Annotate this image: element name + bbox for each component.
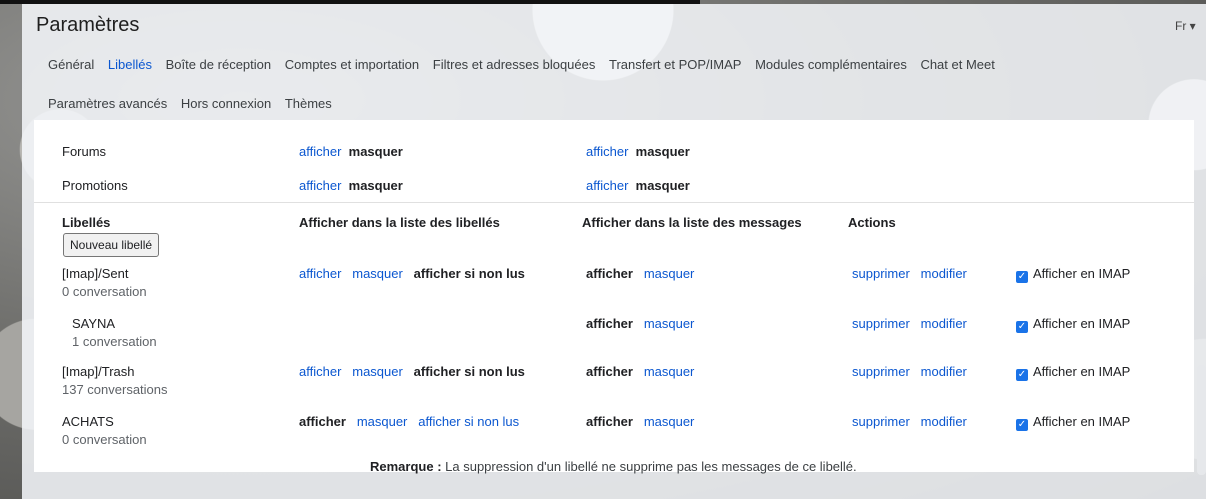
label-count: 137 conversations xyxy=(62,382,168,397)
imap-label: Afficher en IMAP xyxy=(1033,364,1131,379)
label-actions: supprimer modifier xyxy=(852,414,967,429)
hide-in-messages-selected[interactable]: masquer xyxy=(636,178,690,193)
label-name[interactable]: SAYNA xyxy=(72,316,115,331)
imap-label: Afficher en IMAP xyxy=(1033,316,1131,331)
label-count: 0 conversation xyxy=(62,432,147,447)
label-row: [Imap]/Trash 137 conversations xyxy=(62,364,168,397)
edit-label-link[interactable]: modifier xyxy=(921,266,967,281)
hide-in-list-selected[interactable]: masquer xyxy=(349,178,403,193)
label-msg-visibility: afficher masquer xyxy=(586,364,694,379)
tab-addons[interactable]: Modules complémentaires xyxy=(755,57,907,72)
hide-in-list-link[interactable]: masquer xyxy=(357,414,408,429)
checkbox-checked-icon[interactable]: ✓ xyxy=(1016,321,1028,333)
delete-note: Remarque : La suppression d'un libellé n… xyxy=(370,459,857,474)
show-if-unread-link[interactable]: afficher si non lus xyxy=(418,414,519,429)
show-in-messages-selected[interactable]: afficher xyxy=(586,316,633,331)
category-msg-visibility: afficher masquer xyxy=(586,144,690,159)
label-row: SAYNA 1 conversation xyxy=(72,316,157,349)
label-actions: supprimer modifier xyxy=(852,364,967,379)
label-msg-visibility: afficher masquer xyxy=(586,266,694,281)
category-list-visibility: afficher masquer xyxy=(299,144,403,159)
actions-column-header: Actions xyxy=(848,215,896,230)
tab-chat-meet[interactable]: Chat et Meet xyxy=(920,57,994,72)
delete-label-link[interactable]: supprimer xyxy=(852,414,910,429)
label-name[interactable]: ACHATS xyxy=(62,414,114,429)
edit-label-link[interactable]: modifier xyxy=(921,316,967,331)
show-in-list-link[interactable]: afficher xyxy=(299,364,341,379)
hide-in-messages-link[interactable]: masquer xyxy=(644,266,695,281)
tab-accounts-import[interactable]: Comptes et importation xyxy=(285,57,419,72)
tab-labels[interactable]: Libellés xyxy=(108,57,152,72)
tab-themes[interactable]: Thèmes xyxy=(285,96,332,111)
show-in-imap-option[interactable]: ✓ Afficher en IMAP xyxy=(1016,364,1130,381)
delete-label-link[interactable]: supprimer xyxy=(852,316,910,331)
checkbox-checked-icon[interactable]: ✓ xyxy=(1016,271,1028,283)
label-actions: supprimer modifier xyxy=(852,316,967,331)
message-list-column-header: Afficher dans la liste des messages xyxy=(582,215,802,230)
show-in-messages-selected[interactable]: afficher xyxy=(586,364,633,379)
hide-in-messages-link[interactable]: masquer xyxy=(644,364,695,379)
delete-label-link[interactable]: supprimer xyxy=(852,266,910,281)
category-msg-visibility: afficher masquer xyxy=(586,178,690,193)
label-msg-visibility: afficher masquer xyxy=(586,316,694,331)
tab-forwarding-pop-imap[interactable]: Transfert et POP/IMAP xyxy=(609,57,741,72)
label-row: [Imap]/Sent 0 conversation xyxy=(62,266,147,299)
tab-advanced[interactable]: Paramètres avancés xyxy=(48,96,167,111)
labels-column-header: Libellés xyxy=(62,215,111,230)
tab-inbox[interactable]: Boîte de réception xyxy=(166,57,272,72)
show-in-list-link[interactable]: afficher xyxy=(299,178,341,193)
input-language-menu[interactable]: Fr ▾ xyxy=(1175,19,1196,33)
label-list-visibility: afficher masquer afficher si non lus xyxy=(299,414,519,429)
imap-label: Afficher en IMAP xyxy=(1033,414,1131,429)
hide-in-messages-link[interactable]: masquer xyxy=(644,414,695,429)
checkbox-checked-icon[interactable]: ✓ xyxy=(1016,369,1028,381)
label-count: 0 conversation xyxy=(62,284,147,299)
page-title: Paramètres xyxy=(36,14,140,36)
show-in-list-selected[interactable]: afficher xyxy=(299,414,346,429)
language-label: Fr xyxy=(1175,19,1187,33)
show-in-list-link[interactable]: afficher xyxy=(299,144,341,159)
new-label-button[interactable]: Nouveau libellé xyxy=(63,233,160,257)
show-in-messages-selected[interactable]: afficher xyxy=(586,266,633,281)
show-if-unread-selected[interactable]: afficher si non lus xyxy=(414,364,525,379)
hide-in-list-selected[interactable]: masquer xyxy=(349,144,403,159)
show-in-messages-link[interactable]: afficher xyxy=(586,178,628,193)
tab-offline[interactable]: Hors connexion xyxy=(181,96,271,111)
show-in-messages-link[interactable]: afficher xyxy=(586,144,628,159)
label-actions: supprimer modifier xyxy=(852,266,967,281)
note-label: Remarque : xyxy=(370,459,442,474)
labels-list-column-header: Afficher dans la liste des libellés xyxy=(299,215,500,230)
label-name[interactable]: [Imap]/Sent xyxy=(62,266,128,281)
show-in-imap-option[interactable]: ✓ Afficher en IMAP xyxy=(1016,266,1130,283)
imap-label: Afficher en IMAP xyxy=(1033,266,1131,281)
checkbox-checked-icon[interactable]: ✓ xyxy=(1016,419,1028,431)
show-in-imap-option[interactable]: ✓ Afficher en IMAP xyxy=(1016,414,1130,431)
note-text: La suppression d'un libellé ne supprime … xyxy=(441,459,857,474)
chevron-down-icon: ▾ xyxy=(1189,19,1196,33)
hide-in-list-link[interactable]: masquer xyxy=(352,266,403,281)
label-msg-visibility: afficher masquer xyxy=(586,414,694,429)
tab-general[interactable]: Général xyxy=(48,57,94,72)
show-in-list-link[interactable]: afficher xyxy=(299,266,341,281)
label-count: 1 conversation xyxy=(72,334,157,349)
section-divider xyxy=(34,202,1194,203)
label-name[interactable]: [Imap]/Trash xyxy=(62,364,134,379)
category-name: Promotions xyxy=(62,178,128,193)
edit-label-link[interactable]: modifier xyxy=(921,364,967,379)
label-row: ACHATS 0 conversation xyxy=(62,414,147,447)
label-list-visibility: afficher masquer afficher si non lus xyxy=(299,364,525,379)
show-if-unread-selected[interactable]: afficher si non lus xyxy=(414,266,525,281)
hide-in-list-link[interactable]: masquer xyxy=(352,364,403,379)
delete-label-link[interactable]: supprimer xyxy=(852,364,910,379)
tab-filters-blocked[interactable]: Filtres et adresses bloquées xyxy=(433,57,596,72)
edit-label-link[interactable]: modifier xyxy=(921,414,967,429)
hide-in-messages-link[interactable]: masquer xyxy=(644,316,695,331)
category-list-visibility: afficher masquer xyxy=(299,178,403,193)
show-in-imap-option[interactable]: ✓ Afficher en IMAP xyxy=(1016,316,1130,333)
label-list-visibility: afficher masquer afficher si non lus xyxy=(299,266,525,281)
category-name: Forums xyxy=(62,144,107,159)
hide-in-messages-selected[interactable]: masquer xyxy=(636,144,690,159)
show-in-messages-selected[interactable]: afficher xyxy=(586,414,633,429)
